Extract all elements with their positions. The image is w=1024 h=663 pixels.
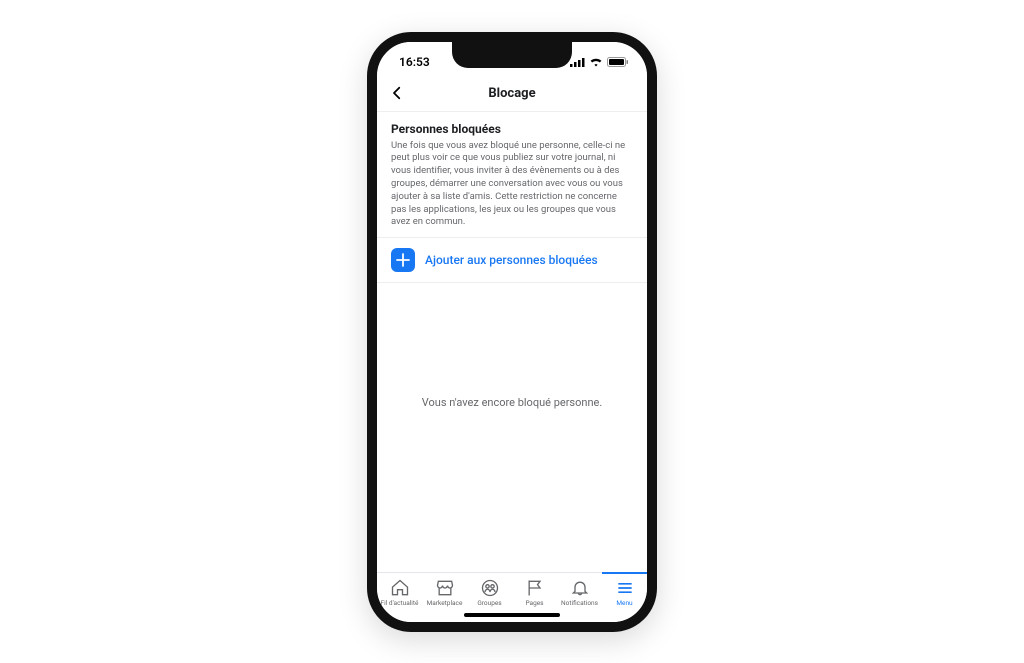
empty-state: Vous n'avez encore bloqué personne.	[377, 283, 647, 571]
page-title: Blocage	[488, 86, 535, 101]
wifi-icon	[589, 57, 603, 67]
tab-label: Groupes	[477, 600, 501, 607]
tab-label: Pages	[525, 600, 543, 607]
tab-groups[interactable]: Groupes	[467, 578, 512, 607]
home-icon	[390, 578, 410, 598]
flag-icon	[525, 578, 545, 598]
nav-header: Blocage	[377, 76, 647, 112]
empty-message: Vous n'avez encore bloqué personne.	[422, 396, 603, 409]
status-indicators	[570, 57, 629, 67]
tab-label: Fil d'actualité	[381, 600, 419, 607]
tab-pages[interactable]: Pages	[512, 578, 557, 607]
tab-marketplace[interactable]: Marketplace	[422, 578, 467, 607]
blocked-people-section: Personnes bloquées Une fois que vous ave…	[377, 112, 647, 239]
cellular-icon	[570, 57, 585, 67]
battery-icon	[607, 57, 629, 67]
add-blocked-label: Ajouter aux personnes bloquées	[425, 253, 598, 267]
phone-frame: 16:53 Blocage Personnes bloquées	[367, 32, 657, 632]
tab-label: Notifications	[561, 600, 598, 607]
status-time: 16:53	[399, 55, 430, 69]
plus-icon	[391, 248, 415, 272]
section-title: Personnes bloquées	[391, 122, 633, 136]
screen: 16:53 Blocage Personnes bloquées	[377, 42, 647, 622]
tab-label: Marketplace	[427, 600, 463, 607]
content: Personnes bloquées Une fois que vous ave…	[377, 112, 647, 572]
section-description: Une fois que vous avez bloqué une person…	[391, 140, 633, 230]
home-indicator[interactable]	[464, 613, 560, 617]
chevron-left-icon	[388, 84, 406, 102]
marketplace-icon	[435, 578, 455, 598]
groups-icon	[480, 578, 500, 598]
back-button[interactable]	[385, 81, 409, 105]
tab-menu[interactable]: Menu	[602, 578, 647, 607]
bell-icon	[570, 578, 590, 598]
phone-notch	[452, 42, 572, 68]
menu-icon	[615, 578, 635, 598]
tab-label: Menu	[616, 600, 632, 607]
add-blocked-button[interactable]: Ajouter aux personnes bloquées	[377, 238, 647, 283]
tab-notifications[interactable]: Notifications	[557, 578, 602, 607]
tab-feed[interactable]: Fil d'actualité	[377, 578, 422, 607]
